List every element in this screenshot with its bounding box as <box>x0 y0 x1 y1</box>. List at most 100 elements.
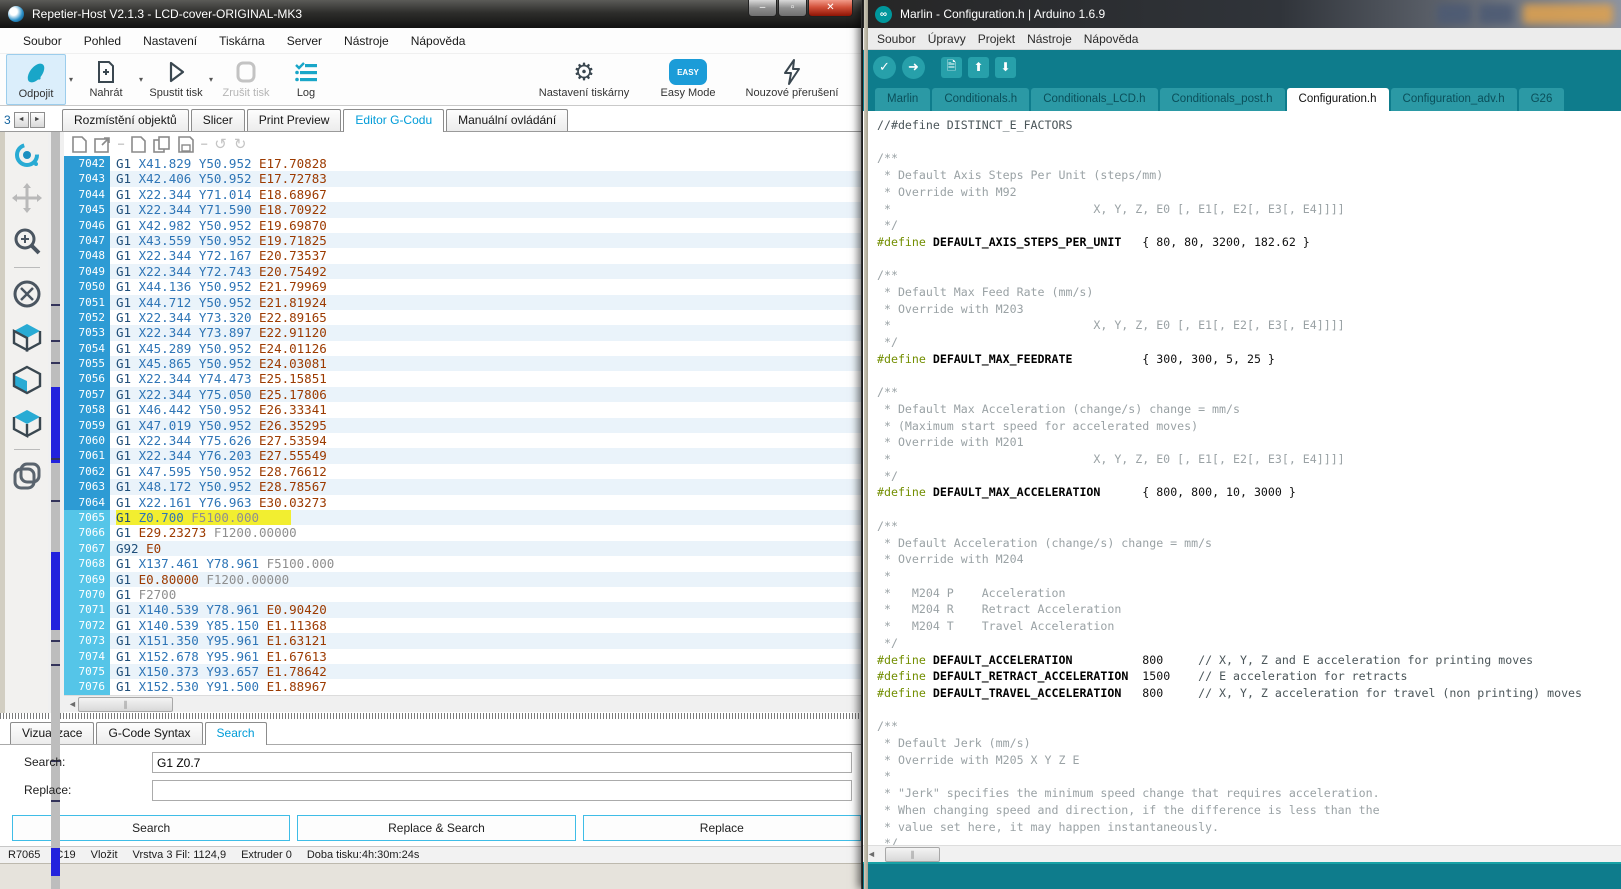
replace-button[interactable]: Replace <box>583 815 861 841</box>
verify-check-icon[interactable]: ✓ <box>873 56 896 79</box>
gcode-line[interactable]: 7058G1 X46.442 Y50.952 E26.33341 <box>64 402 861 417</box>
gcode-line[interactable]: 7050G1 X44.136 Y50.952 E21.79969 <box>64 279 861 294</box>
open-file-icon[interactable] <box>131 136 146 153</box>
save-sketch-icon[interactable]: ⬇ <box>995 57 1016 78</box>
gcode-line[interactable]: 7048G1 X22.344 Y72.167 E20.73537 <box>64 248 861 263</box>
save-icon[interactable] <box>178 136 194 153</box>
gcode-line[interactable]: 7060G1 X22.344 Y75.626 E27.53594 <box>64 433 861 448</box>
start-print-dropdown[interactable]: ▾ <box>206 54 216 105</box>
printer-settings-button[interactable]: ⚙ Nastavení tiskárny <box>529 54 639 106</box>
menu--pravy[interactable]: Úpravy <box>922 30 972 48</box>
file-tab-conditionals-post-h[interactable]: Conditionals_post.h <box>1160 88 1285 111</box>
gcode-line[interactable]: 7066G1 E29.23273 F1200.00000 <box>64 525 861 540</box>
menu-n-stroje[interactable]: Nástroje <box>1021 30 1078 48</box>
close-button[interactable] <box>1523 4 1613 24</box>
disconnect-dropdown[interactable]: ▾ <box>66 54 76 105</box>
gcode-line[interactable]: 7055G1 X45.865 Y50.952 E24.03081 <box>64 356 861 371</box>
easy-mode-button[interactable]: EASY Easy Mode <box>653 54 723 106</box>
file-tab-configuration-adv-h[interactable]: Configuration_adv.h <box>1391 88 1517 111</box>
gcode-line[interactable]: 7059G1 X47.019 Y50.952 E26.35295 <box>64 418 861 433</box>
upload-arrow-icon[interactable]: ➜ <box>902 56 925 79</box>
gcode-line[interactable]: 7072G1 X140.539 Y85.150 E1.11368 <box>64 618 861 633</box>
tab-slicer[interactable]: Slicer <box>191 109 245 131</box>
arduino-titlebar[interactable]: ∞ Marlin - Configuration.h | Arduino 1.6… <box>863 0 1621 28</box>
gcode-line[interactable]: 7068G1 X137.461 Y78.961 F5100.000 <box>64 556 861 571</box>
tab-print-preview[interactable]: Print Preview <box>247 109 342 131</box>
menu-n-pov-da[interactable]: Nápověda <box>1078 30 1145 48</box>
spinner-left-button[interactable]: ◄ <box>14 112 29 128</box>
gcode-line[interactable]: 7052G1 X22.344 Y73.320 E22.89165 <box>64 310 861 325</box>
upload-dropdown[interactable]: ▾ <box>136 54 146 105</box>
menu-tisk-rna[interactable]: Tiskárna <box>208 30 276 52</box>
menu-server[interactable]: Server <box>276 30 333 52</box>
emergency-stop-button[interactable]: Nouzové přerušení <box>737 54 847 106</box>
file-tab-configuration-h[interactable]: Configuration.h <box>1287 88 1389 111</box>
close-button[interactable]: ✕ <box>808 0 853 17</box>
tab-rozm-st-n-objekt-[interactable]: Rozmístění objektů <box>62 109 189 131</box>
file-tab-g26[interactable]: G26 <box>1519 88 1565 111</box>
gcode-line[interactable]: 7073G1 X151.350 Y95.961 E1.63121 <box>64 633 861 648</box>
rotate-icon[interactable] <box>10 138 44 172</box>
gcode-line[interactable]: 7044G1 X22.344 Y71.014 E18.68967 <box>64 187 861 202</box>
gcode-line[interactable]: 7062G1 X47.595 Y50.952 E28.76612 <box>64 464 861 479</box>
gcode-line[interactable]: 7056G1 X22.344 Y74.473 E25.15851 <box>64 371 861 386</box>
fit-view-icon[interactable] <box>10 277 44 311</box>
spinner-right-button[interactable]: ► <box>30 112 45 128</box>
scroll-thumb[interactable] <box>885 847 940 862</box>
gcode-line[interactable]: 7070G1 F2700 <box>64 587 861 602</box>
replace-search-button[interactable]: Replace & Search <box>297 815 575 841</box>
cube-iso-icon[interactable] <box>10 320 44 354</box>
copy-icon[interactable] <box>153 136 171 153</box>
gcode-line[interactable]: 7067G92 E0 <box>64 541 861 556</box>
file-tab-conditionals-h[interactable]: Conditionals.h <box>932 88 1029 111</box>
arduino-hscrollbar[interactable]: ◄ <box>863 845 1621 862</box>
log-button[interactable]: Log <box>276 54 336 105</box>
export-icon[interactable] <box>94 136 111 153</box>
minimize-button[interactable]: – <box>748 0 777 17</box>
move-icon[interactable] <box>10 181 44 215</box>
gcode-line[interactable]: 7076G1 X152.530 Y91.500 E1.88967 <box>64 679 861 694</box>
gcode-line[interactable]: 7069G1 E0.80000 F1200.00000 <box>64 572 861 587</box>
tab-editor-g-codu[interactable]: Editor G-Codu <box>343 109 444 132</box>
gcode-line[interactable]: 7051G1 X44.712 Y50.952 E21.81924 <box>64 295 861 310</box>
gcode-line[interactable]: 7071G1 X140.539 Y78.961 E0.90420 <box>64 602 861 617</box>
maximize-button[interactable]: ▫ <box>778 0 807 17</box>
gcode-line[interactable]: 7047G1 X43.559 Y50.952 E19.71825 <box>64 233 861 248</box>
gcode-line[interactable]: 7063G1 X48.172 Y50.952 E28.78567 <box>64 479 861 494</box>
gcode-line[interactable]: 7064G1 X22.161 Y76.963 E30.03273 <box>64 495 861 510</box>
cube-front-icon[interactable] <box>10 363 44 397</box>
new-file-icon[interactable] <box>72 136 87 153</box>
upload-button[interactable]: Nahrát <box>76 54 136 105</box>
menu-soubor[interactable]: Soubor <box>12 30 73 52</box>
maximize-button[interactable] <box>1479 4 1513 24</box>
file-tab-marlin[interactable]: Marlin <box>875 88 930 111</box>
editor-minimap[interactable] <box>48 132 64 713</box>
gcode-line[interactable]: 7042G1 X41.829 Y50.952 E17.70828 <box>64 156 861 171</box>
menu-n-pov-da[interactable]: Nápověda <box>400 30 477 52</box>
zoom-icon[interactable] <box>10 224 44 258</box>
menu-nastaven-[interactable]: Nastavení <box>132 30 208 52</box>
gcode-line[interactable]: 7074G1 X152.678 Y95.961 E1.67613 <box>64 649 861 664</box>
new-sketch-icon[interactable]: 🗎 <box>941 57 962 78</box>
menu-projekt[interactable]: Projekt <box>972 30 1021 48</box>
start-print-button[interactable]: Spustit tisk <box>146 54 206 105</box>
bottom-tab-g-code-syntax[interactable]: G-Code Syntax <box>96 722 202 744</box>
disconnect-button[interactable]: Odpojit <box>6 54 66 105</box>
gcode-lines[interactable]: 7042G1 X41.829 Y50.952 E17.708287043G1 X… <box>64 156 861 695</box>
scroll-thumb[interactable] <box>78 697 173 712</box>
gcode-line[interactable]: 7046G1 X42.982 Y50.952 E19.69870 <box>64 218 861 233</box>
gcode-line[interactable]: 7057G1 X22.344 Y75.050 E25.17806 <box>64 387 861 402</box>
tab-manu-ln-ovl-d-n-[interactable]: Manuální ovládání <box>446 109 568 131</box>
layers-icon[interactable] <box>10 459 44 493</box>
gcode-line[interactable]: 7054G1 X45.289 Y50.952 E24.01126 <box>64 341 861 356</box>
file-tab-conditionals-lcd-h[interactable]: Conditionals_LCD.h <box>1031 88 1157 111</box>
menu-soubor[interactable]: Soubor <box>871 30 922 48</box>
minimize-button[interactable] <box>1437 4 1471 24</box>
search-input[interactable] <box>152 752 852 773</box>
code-editor[interactable]: //#define DISTINCT_E_FACTORS /** * Defau… <box>863 111 1621 845</box>
replace-input[interactable] <box>152 780 852 801</box>
menu-pohled[interactable]: Pohled <box>73 30 132 52</box>
gcode-line[interactable]: 7065G1 Z0.700 F5100.000 <box>64 510 861 525</box>
gcode-line[interactable]: 7043G1 X42.406 Y50.952 E17.72783 <box>64 171 861 186</box>
bottom-tab-search[interactable]: Search <box>205 722 267 745</box>
